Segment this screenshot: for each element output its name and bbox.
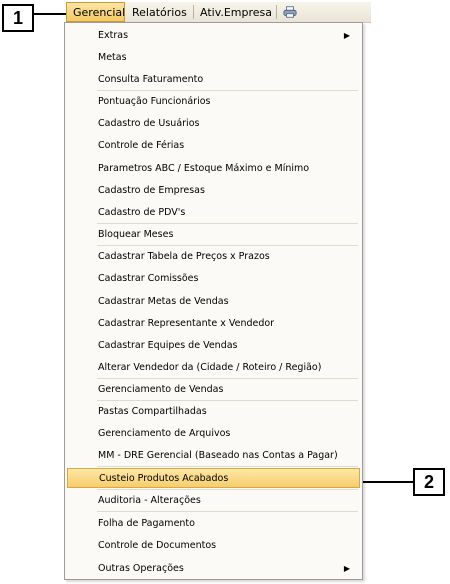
menu-item-cadastro-de-usu-rios[interactable]: Cadastro de Usuários [67, 113, 360, 133]
menu-item-outras-opera-es[interactable]: Outras Operações ▶ [67, 558, 360, 578]
menu-item-label: Folha de Pagamento [98, 517, 195, 529]
menu-item-label: MM - DRE Gerencial (Baseado nas Contas a… [98, 449, 338, 461]
menu-item-custeio-produtos-acabados[interactable]: Custeio Produtos Acabados [67, 468, 360, 488]
menu-ativ-empresa[interactable]: Ativ.Empresa [194, 2, 276, 22]
submenu-arrow-icon: ▶ [343, 30, 350, 40]
menu-item-folha-de-pagamento[interactable]: Folha de Pagamento [67, 513, 360, 533]
menu-item-label: Cadastrar Equipes de Vendas [98, 339, 238, 351]
menu-item-label: Parametros ABC / Estoque Máximo e Mínimo [98, 162, 310, 174]
submenu-arrow-icon: ▶ [343, 563, 350, 573]
printer-button[interactable] [277, 2, 303, 22]
menu-item-label: Custeio Produtos Acabados [99, 472, 229, 484]
menu-item-cadastrar-metas-de-vendas[interactable]: Cadastrar Metas de Vendas [67, 291, 360, 311]
menu-item-label: Bloquear Meses [98, 228, 174, 240]
menu-item-label: Gerenciamento de Vendas [98, 383, 224, 395]
menu-item-extras[interactable]: Extras ▶ [67, 25, 360, 45]
menu-item-controle-de-f-rias[interactable]: Controle de Férias [67, 135, 360, 155]
menu-divider [97, 511, 358, 512]
menu-item-cadastro-de-pdv-s[interactable]: Cadastro de PDV's [67, 202, 360, 222]
menu-item-mm-dre-gerencial-baseado-nas-contas-a-pagar[interactable]: MM - DRE Gerencial (Baseado nas Contas a… [67, 445, 360, 465]
menu-bar: Gerencial Relatórios Ativ.Empresa [66, 2, 371, 23]
menu-item-cadastro-de-empresas[interactable]: Cadastro de Empresas [67, 180, 360, 200]
menu-item-cadastrar-equipes-de-vendas[interactable]: Cadastrar Equipes de Vendas [67, 335, 360, 355]
menu-item-pontua-o-funcion-rios[interactable]: Pontuação Funcionários [67, 91, 360, 111]
menu-item-parametros-abc-estoque-m-ximo-e-m-nimo[interactable]: Parametros ABC / Estoque Máximo e Mínimo [67, 158, 360, 178]
menu-item-label: Pontuação Funcionários [98, 95, 211, 107]
menu-item-pastas-compartilhadas[interactable]: Pastas Compartilhadas [67, 401, 360, 421]
menu-relatorios[interactable]: Relatórios [126, 2, 193, 22]
menu-divider [97, 466, 358, 467]
callout-1-line [34, 13, 70, 15]
menu-item-label: Pastas Compartilhadas [98, 405, 207, 417]
menu-item-label: Consulta Faturamento [98, 73, 204, 85]
menu-item-gerenciamento-de-arquivos[interactable]: Gerenciamento de Arquivos [67, 423, 360, 443]
menu-item-label: Cadastro de PDV's [98, 206, 186, 218]
callout-1: 1 [2, 4, 34, 32]
menu-item-cadastrar-representante-x-vendedor[interactable]: Cadastrar Representante x Vendedor [67, 313, 360, 333]
menu-item-alterar-vendedor-da-cidade-roteiro-regi-o[interactable]: Alterar Vendedor da (Cidade / Roteiro / … [67, 357, 360, 377]
menu-item-bloquear-meses[interactable]: Bloquear Meses [67, 224, 360, 244]
menu-item-label: Cadastrar Representante x Vendedor [98, 317, 275, 329]
menu-item-label: Outras Operações [98, 562, 184, 574]
menu-item-label: Gerenciamento de Arquivos [98, 427, 231, 439]
menu-item-label: Cadastrar Comissões [98, 272, 199, 284]
menu-item-label: Extras [98, 29, 129, 41]
menu-item-label: Auditoria - Alterações [98, 494, 201, 506]
menu-item-label: Cadastrar Tabela de Preços x Prazos [98, 250, 270, 262]
menu-item-auditoria-altera-es[interactable]: Auditoria - Alterações [67, 490, 360, 510]
callout-2: 2 [413, 468, 445, 496]
menu-item-label: Controle de Documentos [98, 539, 217, 551]
menu-item-label: Controle de Férias [98, 139, 185, 151]
menu-item-metas[interactable]: Metas [67, 47, 360, 67]
menu-item-cadastrar-tabela-de-pre-os-x-prazos[interactable]: Cadastrar Tabela de Preços x Prazos [67, 246, 360, 266]
menu-item-cadastrar-comiss-es[interactable]: Cadastrar Comissões [67, 268, 360, 288]
menu-item-label: Cadastrar Metas de Vendas [98, 295, 229, 307]
gerencial-dropdown-menu: Extras ▶ Metas Consulta Faturamento Pontuaçã… [64, 22, 363, 580]
menu-gerencial[interactable]: Gerencial [66, 2, 125, 22]
menu-item-label: Alterar Vendedor da (Cidade / Roteiro / … [98, 361, 322, 373]
menu-item-label: Cadastro de Usuários [98, 117, 200, 129]
menu-item-label: Metas [98, 51, 127, 63]
menu-item-label: Cadastro de Empresas [98, 184, 205, 196]
printer-icon [283, 6, 297, 18]
menu-item-controle-de-documentos[interactable]: Controle de Documentos [67, 535, 360, 555]
menu-item-gerenciamento-de-vendas[interactable]: Gerenciamento de Vendas [67, 379, 360, 399]
menu-item-consulta-faturamento[interactable]: Consulta Faturamento [67, 69, 360, 89]
